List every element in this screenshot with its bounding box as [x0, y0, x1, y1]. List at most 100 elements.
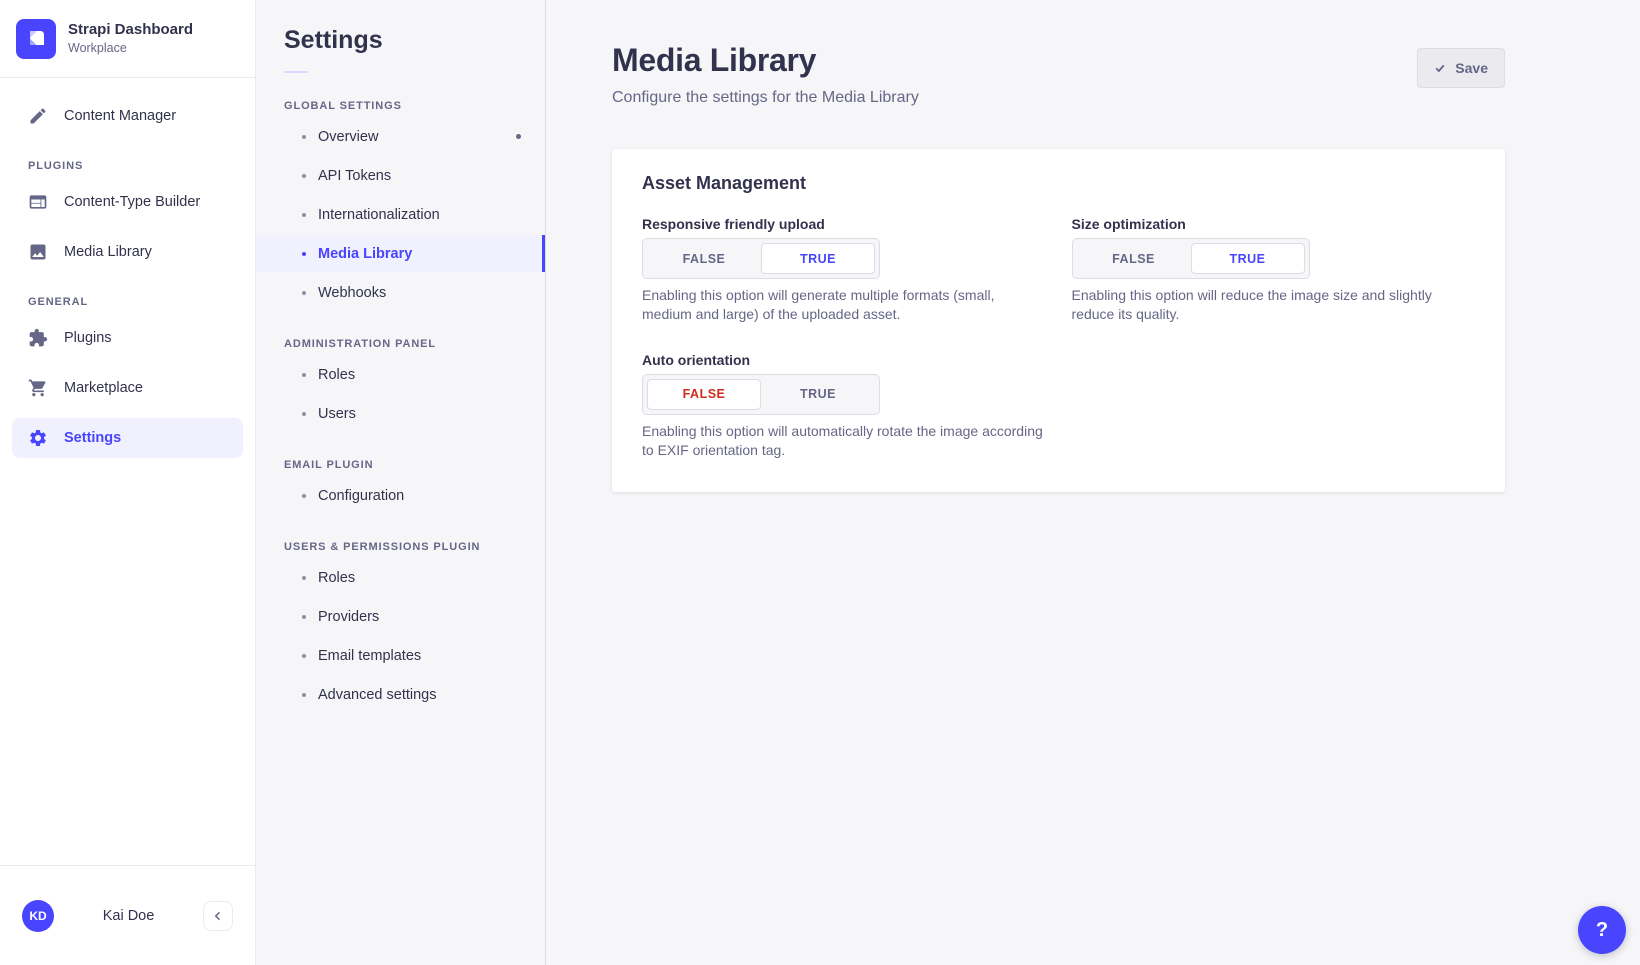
subnav-item-label: Roles — [318, 570, 355, 586]
save-button[interactable]: Save — [1417, 48, 1505, 88]
subnav-item-label: Configuration — [318, 488, 404, 504]
avatar[interactable]: KD — [22, 900, 54, 932]
asset-management-card: Asset Management Responsive friendly upl… — [612, 149, 1505, 492]
field-responsive-friendly-upload: Responsive friendly upload FALSE TRUE En… — [642, 216, 1046, 324]
subnav-item-label: Email templates — [318, 648, 421, 664]
sidebar-item-content-type-builder[interactable]: Content-Type Builder — [12, 182, 243, 222]
subnav-item-webhooks[interactable]: Webhooks — [256, 274, 545, 311]
sidebar-section-plugins: PLUGINS — [12, 160, 243, 172]
pen-icon — [28, 106, 48, 126]
subnav-item-configuration[interactable]: Configuration — [256, 477, 545, 514]
subnav-item-label: API Tokens — [318, 168, 391, 184]
help-button[interactable]: ? — [1578, 906, 1626, 954]
collapse-sidebar-button[interactable] — [203, 901, 233, 931]
strapi-logo-icon[interactable] — [16, 19, 56, 59]
toggle-option-true[interactable]: TRUE — [761, 379, 875, 410]
card-title: Asset Management — [642, 173, 1475, 194]
subnav-item-label: Webhooks — [318, 285, 386, 301]
sidebar-item-plugins[interactable]: Plugins — [12, 318, 243, 358]
bullet-icon — [302, 494, 306, 498]
brand-title: Strapi Dashboard — [68, 21, 193, 40]
sidebar-item-label: Content Manager — [64, 108, 176, 124]
subnav-item-users[interactable]: Users — [256, 395, 545, 432]
field-auto-orientation: Auto orientation FALSE TRUE Enabling thi… — [642, 352, 1046, 460]
sidebar-item-settings[interactable]: Settings — [12, 418, 243, 458]
subnav-item-label: Advanced settings — [318, 687, 437, 703]
chevron-left-icon — [212, 910, 224, 922]
page-title: Media Library — [612, 42, 919, 79]
subnav-item-roles-admin[interactable]: Roles — [256, 356, 545, 393]
subnav-item-label: Users — [318, 406, 356, 422]
toggle-option-false[interactable]: FALSE — [1077, 243, 1191, 274]
subnav-item-overview[interactable]: Overview — [256, 118, 545, 155]
brand-subtitle: Workplace — [68, 40, 193, 56]
subnav-item-roles-up[interactable]: Roles — [256, 559, 545, 596]
page-subtitle: Configure the settings for the Media Lib… — [612, 89, 919, 107]
bullet-icon — [302, 213, 306, 217]
sidebar-item-marketplace[interactable]: Marketplace — [12, 368, 243, 408]
bullet-icon — [302, 373, 306, 377]
responsive-friendly-upload-toggle: FALSE TRUE — [642, 238, 880, 279]
bullet-icon — [302, 576, 306, 580]
sidebar-item-media-library[interactable]: Media Library — [12, 232, 243, 272]
settings-subnav: Settings GLOBAL SETTINGS Overview API To… — [256, 0, 546, 965]
brand-block: Strapi Dashboard Workplace — [0, 0, 255, 78]
strapi-mark — [16, 19, 56, 59]
subnav-section-email-plugin: EMAIL PLUGIN — [284, 459, 517, 471]
subnav-item-label: Roles — [318, 367, 355, 383]
field-hint: Enabling this option will reduce the ima… — [1072, 286, 1476, 324]
subnav-section-administration-panel: ADMINISTRATION PANEL — [284, 338, 517, 350]
gear-icon — [28, 428, 48, 448]
subnav-item-label: Media Library — [318, 246, 412, 262]
subnav-item-media-library[interactable]: Media Library — [256, 235, 545, 272]
field-label: Responsive friendly upload — [642, 216, 1046, 232]
field-label: Size optimization — [1072, 216, 1476, 232]
field-hint: Enabling this option will generate multi… — [642, 286, 1046, 324]
sidebar-footer: KD Kai Doe — [0, 865, 255, 965]
save-button-label: Save — [1455, 60, 1488, 76]
auto-orientation-toggle: FALSE TRUE — [642, 374, 880, 415]
bullet-icon — [302, 654, 306, 658]
field-label: Auto orientation — [642, 352, 1046, 368]
bullet-icon — [302, 252, 306, 256]
subnav-section-users-permissions: USERS & PERMISSIONS PLUGIN — [284, 541, 517, 553]
subnav-item-email-templates[interactable]: Email templates — [256, 637, 545, 674]
sidebar-item-label: Media Library — [64, 244, 152, 260]
sidebar-item-label: Plugins — [64, 330, 112, 346]
subnav-item-api-tokens[interactable]: API Tokens — [256, 157, 545, 194]
fields-grid: Responsive friendly upload FALSE TRUE En… — [642, 216, 1475, 460]
brand-text: Strapi Dashboard Workplace — [68, 21, 193, 56]
sidebar-item-label: Marketplace — [64, 380, 143, 396]
sidebar-item-label: Settings — [64, 430, 121, 446]
bullet-icon — [302, 693, 306, 697]
field-size-optimization: Size optimization FALSE TRUE Enabling th… — [1072, 216, 1476, 324]
bullet-icon — [302, 135, 306, 139]
sidebar-item-label: Content-Type Builder — [64, 194, 200, 210]
field-hint: Enabling this option will automatically … — [642, 422, 1046, 460]
size-optimization-toggle: FALSE TRUE — [1072, 238, 1310, 279]
user-name: Kai Doe — [54, 908, 203, 924]
toggle-option-false[interactable]: FALSE — [647, 379, 761, 410]
subnav-item-label: Internationalization — [318, 207, 440, 223]
layout-icon — [28, 192, 48, 212]
puzzle-icon — [28, 328, 48, 348]
bullet-icon — [302, 615, 306, 619]
sidebar-section-general: GENERAL — [12, 296, 243, 308]
toggle-option-true[interactable]: TRUE — [761, 243, 875, 274]
subnav-item-advanced-settings[interactable]: Advanced settings — [256, 676, 545, 713]
bullet-icon — [302, 174, 306, 178]
toggle-option-false[interactable]: FALSE — [647, 243, 761, 274]
sidebar-item-content-manager[interactable]: Content Manager — [12, 96, 243, 136]
subnav-item-internationalization[interactable]: Internationalization — [256, 196, 545, 233]
subnav-item-label: Overview — [318, 129, 378, 145]
subnav-item-providers[interactable]: Providers — [256, 598, 545, 635]
notification-dot-icon — [516, 134, 521, 139]
check-icon — [1434, 62, 1446, 74]
bullet-icon — [302, 291, 306, 295]
main-sidebar: Strapi Dashboard Workplace Content Manag… — [0, 0, 256, 965]
subnav-title: Settings — [284, 26, 545, 55]
toggle-option-true[interactable]: TRUE — [1191, 243, 1305, 274]
image-icon — [28, 242, 48, 262]
page-header: Media Library Configure the settings for… — [612, 42, 1505, 107]
subnav-section-global-settings: GLOBAL SETTINGS — [284, 100, 517, 112]
